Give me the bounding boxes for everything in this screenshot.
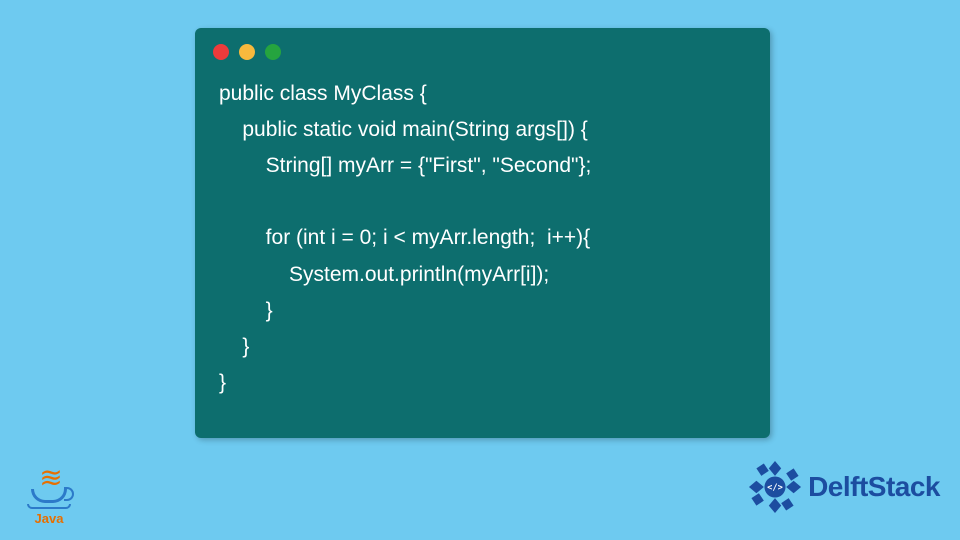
delftstack-logo: </> DelftStack bbox=[744, 456, 940, 518]
window-titlebar bbox=[195, 28, 770, 68]
java-cup-icon bbox=[31, 489, 67, 503]
java-saucer-icon bbox=[27, 504, 71, 509]
java-logo: ≋ Java bbox=[22, 470, 76, 526]
delftstack-icon: </> bbox=[744, 456, 806, 518]
code-window: public class MyClass { public static voi… bbox=[195, 28, 770, 438]
minimize-icon bbox=[239, 44, 255, 60]
maximize-icon bbox=[265, 44, 281, 60]
svg-text:</>: </> bbox=[767, 483, 783, 493]
code-block: public class MyClass { public static voi… bbox=[195, 68, 770, 421]
java-label: Java bbox=[22, 511, 76, 526]
close-icon bbox=[213, 44, 229, 60]
java-steam-icon: ≋ bbox=[22, 470, 76, 487]
delftstack-label: DelftStack bbox=[808, 471, 940, 503]
